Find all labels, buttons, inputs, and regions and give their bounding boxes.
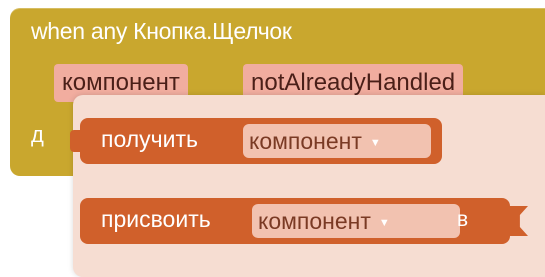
get-variable-dropdown[interactable]: компонент ▼: [243, 124, 431, 158]
get-block-label: получить: [101, 126, 199, 152]
get-dropdown-value: компонент: [249, 128, 362, 154]
event-title: when any Кнопка.Щелчок: [31, 18, 292, 44]
set-block-label: присвоить: [101, 206, 211, 232]
set-block-to-label: в: [457, 208, 469, 231]
dropdown-arrow-icon: ▼: [378, 216, 390, 229]
get-block-connector: [70, 130, 80, 152]
set-variable-dropdown[interactable]: компонент ▼: [252, 204, 460, 238]
do-label: д: [31, 122, 44, 147]
set-dropdown-value: компонент: [258, 208, 371, 234]
dropdown-arrow-icon: ▼: [369, 136, 381, 149]
